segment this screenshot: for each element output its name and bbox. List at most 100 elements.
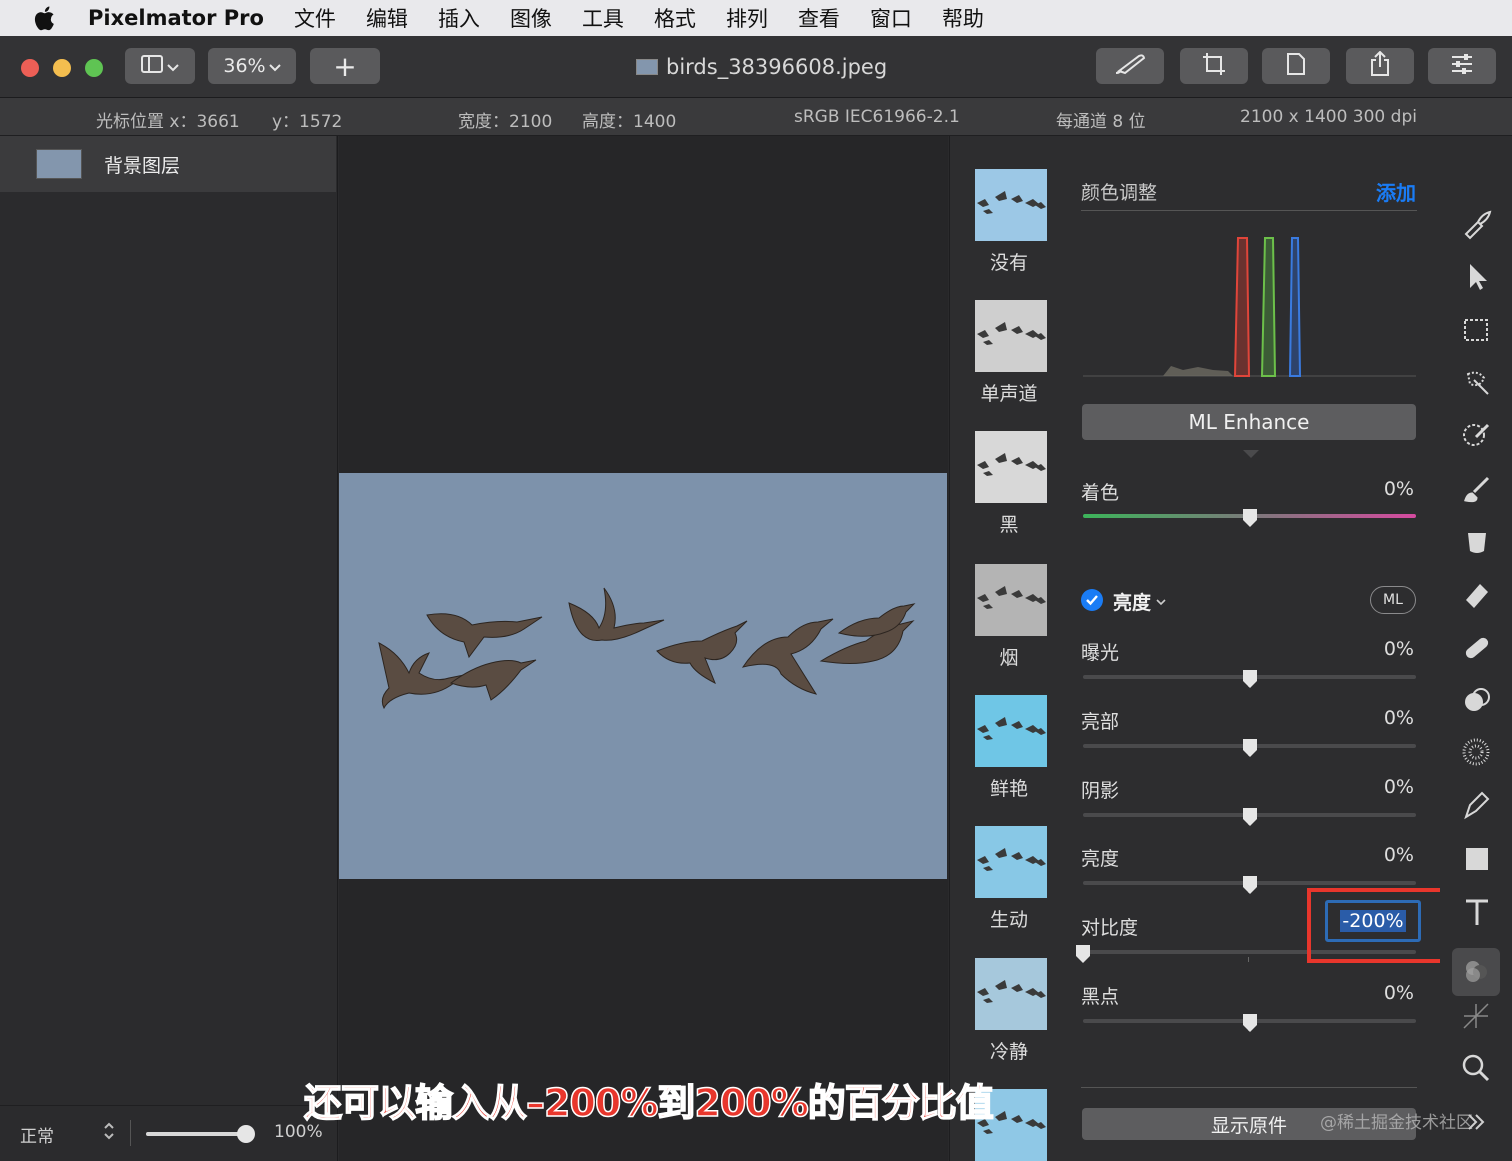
slider-label: 曝光 — [1081, 642, 1120, 664]
share-button[interactable] — [1346, 48, 1414, 84]
marquee-select-tool[interactable] — [1458, 314, 1494, 350]
light-section-title[interactable]: 亮度 — [1113, 588, 1151, 615]
tint-slider-knob[interactable] — [1242, 508, 1258, 528]
slider-value[interactable]: 0% — [1384, 707, 1414, 729]
divider — [1081, 210, 1417, 211]
slider-label: 亮度 — [1081, 848, 1120, 870]
paintbrush-tool-button[interactable] — [1096, 48, 1164, 84]
preset-label: 单声道 — [980, 383, 1038, 405]
preset-none[interactable] — [975, 169, 1047, 241]
preset-vibrant[interactable] — [975, 695, 1047, 767]
erase-tool[interactable] — [1458, 578, 1494, 614]
contrast-value-field[interactable]: -200% — [1325, 900, 1421, 942]
image-width: 宽度：2100 — [458, 112, 553, 132]
slider-knob[interactable] — [1075, 944, 1091, 964]
retouch-tool[interactable] — [1458, 631, 1494, 667]
updown-chevron-icon[interactable] — [102, 1120, 116, 1147]
preset-black[interactable] — [975, 431, 1047, 503]
menu-format[interactable]: 格式 — [654, 3, 696, 33]
slider-value[interactable]: 0% — [1384, 638, 1414, 660]
image-canvas[interactable] — [339, 473, 947, 879]
slider-knob[interactable] — [1242, 738, 1258, 758]
color-select-tool[interactable] — [1458, 419, 1494, 455]
menu-bar: Pixelmator Pro 文件 编辑 插入 图像 工具 格式 排列 查看 窗… — [0, 0, 1512, 36]
pen-tool[interactable] — [1458, 789, 1494, 825]
preset-calm[interactable] — [975, 958, 1047, 1030]
menu-image[interactable]: 图像 — [510, 3, 552, 33]
slider-knob[interactable] — [1242, 875, 1258, 895]
slider-value[interactable]: 0% — [1384, 776, 1414, 798]
effects-sparkle-tool[interactable] — [1458, 1000, 1494, 1036]
add-button[interactable]: + — [310, 48, 380, 84]
menu-insert[interactable]: 插入 — [438, 3, 480, 33]
opacity-slider-knob[interactable] — [237, 1125, 255, 1143]
add-adjustment-link[interactable]: 添加 — [1376, 177, 1416, 206]
slider-knob[interactable] — [1242, 1013, 1258, 1033]
color-adjust-tool[interactable] — [1452, 948, 1500, 996]
share-icon — [1369, 50, 1391, 82]
slider-value[interactable]: 0% — [1384, 844, 1414, 866]
preset-label: 冷静 — [989, 1041, 1028, 1063]
layer-controls: 正常 100% — [0, 1105, 336, 1161]
divider — [1081, 1087, 1417, 1088]
menu-file[interactable]: 文件 — [294, 3, 336, 33]
sidebar-toggle-button[interactable] — [125, 48, 195, 84]
chevron-down-icon[interactable] — [1155, 592, 1167, 611]
menu-edit[interactable]: 编辑 — [366, 3, 408, 33]
tools-sidebar — [1440, 136, 1512, 1161]
opacity-slider[interactable] — [146, 1125, 255, 1143]
canvas-area[interactable] — [339, 136, 948, 1161]
tint-label: 着色 — [1081, 482, 1120, 504]
ml-badge-button[interactable]: ML — [1370, 586, 1416, 614]
zoom-tool[interactable] — [1458, 1052, 1494, 1088]
adjustments-toggle-button[interactable] — [1428, 48, 1496, 84]
slider-knob[interactable] — [1242, 807, 1258, 827]
tint-value[interactable]: 0% — [1384, 478, 1414, 500]
brush-style-tool[interactable] — [1458, 208, 1494, 244]
preset-vivid[interactable] — [975, 826, 1047, 898]
erase-icon — [1460, 578, 1492, 614]
menu-arrange[interactable]: 排列 — [726, 3, 768, 33]
slider-knob[interactable] — [1242, 669, 1258, 689]
image-dimensions: 2100 x 1400 300 dpi — [1240, 107, 1417, 127]
preset-smoke[interactable] — [975, 564, 1047, 636]
menu-view[interactable]: 查看 — [798, 3, 840, 33]
ml-enhance-button[interactable]: ML Enhance — [1082, 404, 1416, 440]
color-select-icon — [1460, 419, 1492, 455]
zoom-select[interactable]: 36% — [208, 48, 296, 84]
collapse-arrow-icon[interactable] — [1243, 450, 1259, 458]
arrange-pointer-tool[interactable] — [1458, 260, 1494, 296]
crop-button[interactable] — [1180, 48, 1248, 84]
menu-help[interactable]: 帮助 — [942, 3, 984, 33]
pixel-fill-icon — [1460, 736, 1492, 772]
preset-mono[interactable] — [975, 300, 1047, 372]
layer-row[interactable]: 背景图层 — [0, 136, 336, 192]
shape-tool[interactable] — [1458, 842, 1494, 878]
menu-tools[interactable]: 工具 — [582, 3, 624, 33]
text-tool[interactable] — [1458, 895, 1494, 931]
minimize-window-button[interactable] — [53, 59, 71, 77]
zoom-icon — [1460, 1052, 1492, 1088]
effects-tool[interactable] — [1458, 684, 1494, 720]
preset-thumbnail — [975, 300, 1047, 372]
document-button[interactable] — [1262, 48, 1330, 84]
menu-window[interactable]: 窗口 — [870, 3, 912, 33]
double-chevron-right-icon[interactable] — [1464, 1110, 1488, 1138]
marquee-select-icon — [1460, 314, 1492, 350]
fill-bucket-tool[interactable] — [1458, 525, 1494, 561]
divider — [130, 1120, 131, 1146]
apple-menu-icon[interactable] — [0, 5, 88, 31]
slider-value[interactable]: 0% — [1384, 982, 1414, 1004]
pixel-fill-tool[interactable] — [1458, 736, 1494, 772]
retouch-icon — [1460, 631, 1492, 667]
color-adjustments-panel: 颜色调整 添加 ML Enhance 着色 0% 亮度 ML 曝光 0% 亮部 0% 阴… — [1067, 136, 1444, 1161]
quick-select-tool[interactable] — [1458, 366, 1494, 402]
close-window-button[interactable] — [21, 59, 39, 77]
zoom-window-button[interactable] — [85, 59, 103, 77]
paint-tool[interactable] — [1458, 472, 1494, 508]
blend-mode-select[interactable]: 正常 — [20, 1122, 54, 1147]
contrast-value-selected[interactable]: -200% — [1340, 910, 1406, 932]
preset-label: 鲜艳 — [989, 778, 1028, 800]
app-menu[interactable]: Pixelmator Pro — [88, 6, 264, 30]
checkbox-checked-icon[interactable] — [1081, 589, 1103, 611]
